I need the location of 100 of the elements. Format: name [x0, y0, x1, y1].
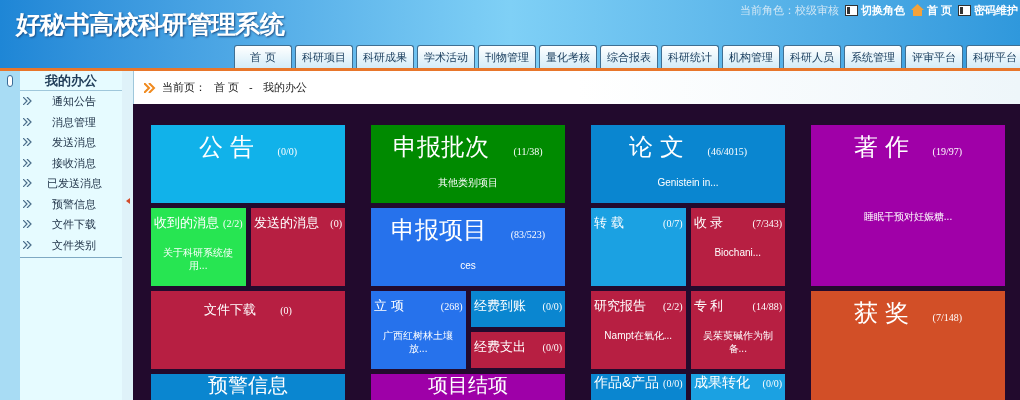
breadcrumb-item: -: [248, 80, 254, 96]
breadcrumb-item: 首 页: [213, 80, 241, 96]
sidebar-item[interactable]: 发送消息: [20, 132, 122, 153]
tile-count: (0/0): [542, 343, 562, 353]
nav-tab[interactable]: 机构管理: [722, 45, 780, 68]
tile-title: 收 录: [693, 216, 724, 229]
dashboard-tile[interactable]: 论 文 (46/4015) Genistein in...: [591, 125, 785, 203]
tile-count: (0/0): [762, 379, 782, 389]
tile-subtitle: 吴茱萸碱作为制备...: [701, 330, 774, 355]
tile-count: (268): [440, 302, 463, 312]
tile-subtitle: Biochani...: [713, 247, 763, 260]
nav-tab[interactable]: 科研统计: [661, 45, 719, 68]
dashboard-tile[interactable]: 文件下载 (0): [151, 291, 345, 369]
double-chevron-icon: [23, 220, 32, 229]
tile-count: (14/88): [752, 302, 782, 312]
tile-title: 发送的消息: [253, 216, 319, 229]
tile-title: 收到的消息: [154, 216, 219, 229]
tile-subtitle: 其他类别项目: [437, 177, 499, 190]
nav-tab[interactable]: 学术活动: [417, 45, 475, 68]
tile-count: (0/7): [663, 219, 683, 229]
breadcrumb-label: 当前页：: [162, 80, 206, 96]
nav-tab[interactable]: 科研成果: [356, 45, 414, 68]
nav-tab[interactable]: 量化考核: [539, 45, 597, 68]
tile-title: 研究报告: [594, 299, 646, 312]
breadcrumb-item: 我的办公: [261, 80, 308, 96]
nav-tab[interactable]: 科研项目: [295, 45, 353, 68]
tile-title: 论 文: [628, 135, 684, 159]
tile-title: 公 告: [198, 135, 254, 159]
double-chevron-icon: [23, 117, 32, 126]
double-chevron-icon: [23, 158, 32, 167]
tile-title: 立 项: [374, 299, 404, 312]
sidebar-item[interactable]: 文件下载: [20, 214, 122, 235]
dashboard-tile[interactable]: 立 项 (268) 广西红树林土壤放...: [371, 291, 466, 369]
tile-subtitle: 睡眠干预对妊娠糖...: [862, 211, 954, 224]
house-icon: [910, 4, 924, 17]
sidebar-item[interactable]: 预警信息: [20, 193, 122, 214]
sidebar-item[interactable]: 通知公告: [20, 91, 122, 112]
dashboard-tile[interactable]: 项目结项: [371, 374, 565, 400]
tile-count: (7/343): [752, 219, 782, 229]
collapse-arrow-icon[interactable]: [125, 197, 130, 204]
tile-title: 申报项目: [390, 218, 487, 242]
tile-subtitle: Nampt在氧化...: [603, 330, 674, 343]
tile-title: 转 载: [594, 216, 624, 229]
dashboard-tile[interactable]: 获 奖 (7/148): [811, 291, 1005, 400]
nav-tab[interactable]: 刊物管理: [478, 45, 536, 68]
tile-count: (0): [280, 306, 292, 316]
nav-tab[interactable]: 系统管理: [844, 45, 902, 68]
dashboard-tile[interactable]: 预警信息: [151, 374, 345, 400]
double-chevron-icon: [23, 97, 32, 106]
card-icon: [844, 4, 858, 16]
tile-count: (19/97): [932, 147, 963, 157]
sidebar-item[interactable]: 已发送消息: [20, 173, 122, 194]
tile-subtitle: ces: [459, 260, 477, 273]
dashboard-tile[interactable]: 著 作 (19/97) 睡眠干预对妊娠糖...: [811, 125, 1005, 286]
tile-title: 预警信息: [208, 375, 288, 395]
tile-title: 经费支出: [473, 340, 526, 353]
dashboard-tile[interactable]: 经费支出 (0/0): [470, 332, 565, 368]
tile-count: (0/0): [542, 302, 562, 312]
nav-tab[interactable]: 综合报表: [600, 45, 658, 68]
system-title: 好秘书高校科研管理系统: [16, 10, 285, 38]
sidebar-title: 我的办公: [45, 71, 97, 90]
tile-title: 成果转化: [693, 375, 750, 389]
tile-count: (83/523): [510, 230, 546, 240]
sidebar-item[interactable]: 接收消息: [20, 152, 122, 173]
nav-tab[interactable]: 评审平台: [905, 45, 963, 68]
dashboard-tile[interactable]: 申报批次 (11/38) 其他类别项目: [371, 125, 565, 203]
double-chevron-icon: [144, 82, 156, 93]
tile-title: 项目结项: [428, 375, 508, 395]
dashboard-tile[interactable]: 经费到账 (0/0): [470, 291, 565, 327]
tile-count: (2/2): [663, 302, 683, 312]
tile-subtitle: Genistein in...: [656, 177, 720, 190]
nav-tab[interactable]: 科研平台: [966, 45, 1020, 68]
double-chevron-icon: [23, 179, 32, 188]
tile-title: 文件下载: [204, 303, 257, 316]
tile-title: 经费到账: [473, 299, 526, 312]
dashboard-tile[interactable]: 专 利 (14/88) 吴茱萸碱作为制备...: [690, 291, 785, 369]
tile-count: (46/4015): [707, 147, 748, 157]
tile-subtitle: 关于科研系统使用...: [162, 247, 235, 272]
tile-title: 专 利: [693, 299, 724, 312]
scroll-pin-icon: [7, 75, 13, 87]
dashboard-tile[interactable]: 研究报告 (2/2) Nampt在氧化...: [591, 291, 686, 369]
tile-count: (0/0): [663, 379, 683, 389]
nav-tab[interactable]: 科研人员: [783, 45, 841, 68]
tile-count: (2/2): [223, 219, 243, 229]
tile-count: (0/0): [277, 147, 298, 157]
dashboard-tile[interactable]: 作品&产品 (0/0): [591, 374, 686, 400]
double-chevron-icon: [23, 138, 32, 147]
tile-subtitle: 广西红树林土壤放...: [382, 330, 455, 355]
tile-title: 著 作: [853, 135, 909, 159]
current-role: 当前角色：校级审核: [739, 3, 839, 18]
double-chevron-icon: [23, 240, 32, 249]
tile-title: 获 奖: [853, 301, 909, 325]
tile-title: 申报批次: [393, 135, 490, 159]
sidebar-item[interactable]: 文件类别: [20, 234, 122, 255]
tile-count: (7/148): [932, 313, 963, 323]
dashboard-tile[interactable]: 申报项目 (83/523) ces: [371, 208, 565, 286]
dashboard-tile[interactable]: 发送的消息 (0): [250, 208, 345, 286]
nav-tab[interactable]: 首 页: [234, 45, 292, 68]
dashboard-tile[interactable]: 收 录 (7/343) Biochani...: [690, 208, 785, 286]
sidebar-item[interactable]: 消息管理: [20, 111, 122, 132]
